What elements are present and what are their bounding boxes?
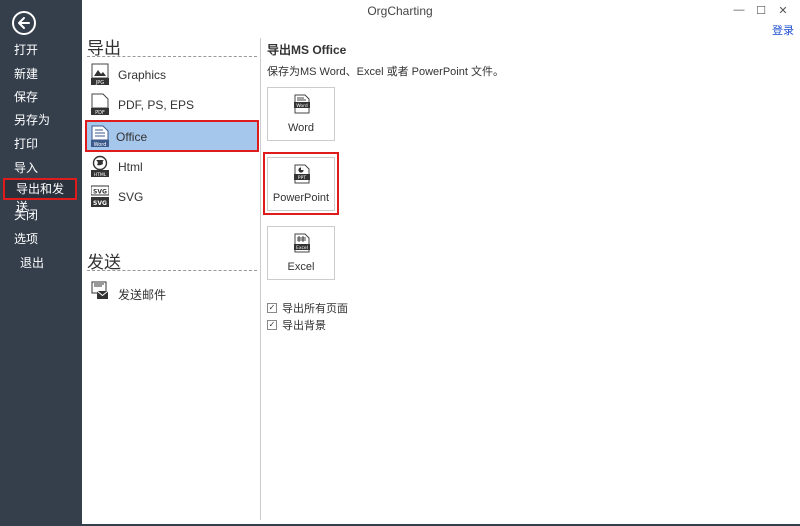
svg-text:Excel: Excel [296, 245, 308, 251]
export-divider [87, 56, 257, 57]
export-item-svg[interactable]: SVG SVG SVG [88, 182, 256, 212]
window-title: OrgCharting [367, 4, 433, 18]
svg-text:PDF: PDF [95, 110, 105, 115]
excel-export-button[interactable]: Excel Excel [267, 226, 335, 280]
excel-file-icon: Excel [294, 233, 310, 253]
maximize-button[interactable]: ☐ [750, 2, 772, 18]
export-item-graphics[interactable]: JPG Graphics [88, 60, 256, 90]
sidebar-item-import[interactable]: 导入 [0, 157, 82, 179]
word-export-button[interactable]: Word Word [267, 87, 335, 141]
export-item-pdf[interactable]: PDF PDF, PS, EPS [88, 90, 256, 120]
sidebar-item-save-as[interactable]: 另存为 [0, 109, 82, 131]
word-file-icon: Word [294, 94, 310, 114]
close-button[interactable]: ✕ [772, 2, 794, 18]
excel-export-label: Excel [287, 261, 315, 273]
window-controls: — ☐ ✕ [728, 2, 794, 18]
svg-text:SVG: SVG [93, 189, 107, 196]
export-background-checkbox[interactable]: ✓ [267, 320, 277, 330]
export-item-label: Html [118, 160, 143, 174]
export-item-label: PDF, PS, EPS [118, 98, 195, 112]
export-item-label: Office [116, 130, 148, 144]
svg-text:JPG: JPG [95, 80, 104, 85]
export-background-option[interactable]: ✓ 导出背景 [267, 317, 326, 333]
word-file-icon: Word [91, 125, 109, 147]
export-list-panel: 导出 JPG Graphics PDF PDF, PS, EPS Word Of… [82, 22, 260, 522]
export-item-label: SVG [118, 190, 144, 204]
sidebar-item-open[interactable]: 打开 [0, 39, 82, 61]
sidebar-item-close[interactable]: 关闭 [0, 204, 82, 226]
svg-file-icon: SVG SVG [91, 185, 109, 207]
export-all-pages-checkbox[interactable]: ✓ [267, 303, 277, 313]
send-divider [87, 270, 257, 271]
sidebar-item-exit[interactable]: 退出 [0, 252, 82, 274]
export-background-label: 导出背景 [282, 320, 326, 332]
export-item-office[interactable]: Word Office [85, 120, 259, 152]
sidebar-item-options[interactable]: 选项 [0, 228, 82, 250]
mail-icon [91, 281, 109, 299]
office-export-description: 保存为MS Word、Excel 或者 PowerPoint 文件。 [267, 66, 504, 78]
sidebar: 打开 新建 保存 另存为 打印 导入 导出和发送 关闭 选项 退出 [0, 0, 82, 526]
svg-text:Word: Word [296, 103, 308, 109]
export-item-label: Graphics [118, 68, 167, 82]
sidebar-item-save[interactable]: 保存 [0, 86, 82, 108]
export-all-pages-label: 导出所有页面 [282, 303, 348, 315]
send-item-label: 发送邮件 [118, 288, 167, 302]
export-all-pages-option[interactable]: ✓ 导出所有页面 [267, 300, 348, 316]
word-export-label: Word [287, 122, 315, 134]
svg-text:SVG: SVG [93, 200, 107, 207]
sidebar-item-export-send[interactable]: 导出和发送 [3, 178, 77, 214]
pdf-file-icon: PDF [91, 93, 109, 115]
export-item-html[interactable]: HTML Html [88, 152, 256, 182]
sidebar-item-new[interactable]: 新建 [0, 63, 82, 85]
office-export-title: 导出MS Office [267, 43, 347, 57]
jpg-file-icon: JPG [91, 63, 109, 85]
powerpoint-highlight [263, 152, 339, 215]
svg-text:Word: Word [94, 142, 107, 147]
login-link[interactable]: 登录 [772, 22, 794, 38]
svg-text:HTML: HTML [94, 172, 107, 177]
title-bar: OrgCharting — ☐ ✕ [0, 0, 800, 22]
html-globe-icon: HTML [91, 155, 109, 177]
send-item-email[interactable]: 发送邮件 [88, 277, 256, 307]
panel-divider [260, 38, 261, 520]
sidebar-item-print[interactable]: 打印 [0, 133, 82, 155]
minimize-button[interactable]: — [728, 2, 750, 18]
